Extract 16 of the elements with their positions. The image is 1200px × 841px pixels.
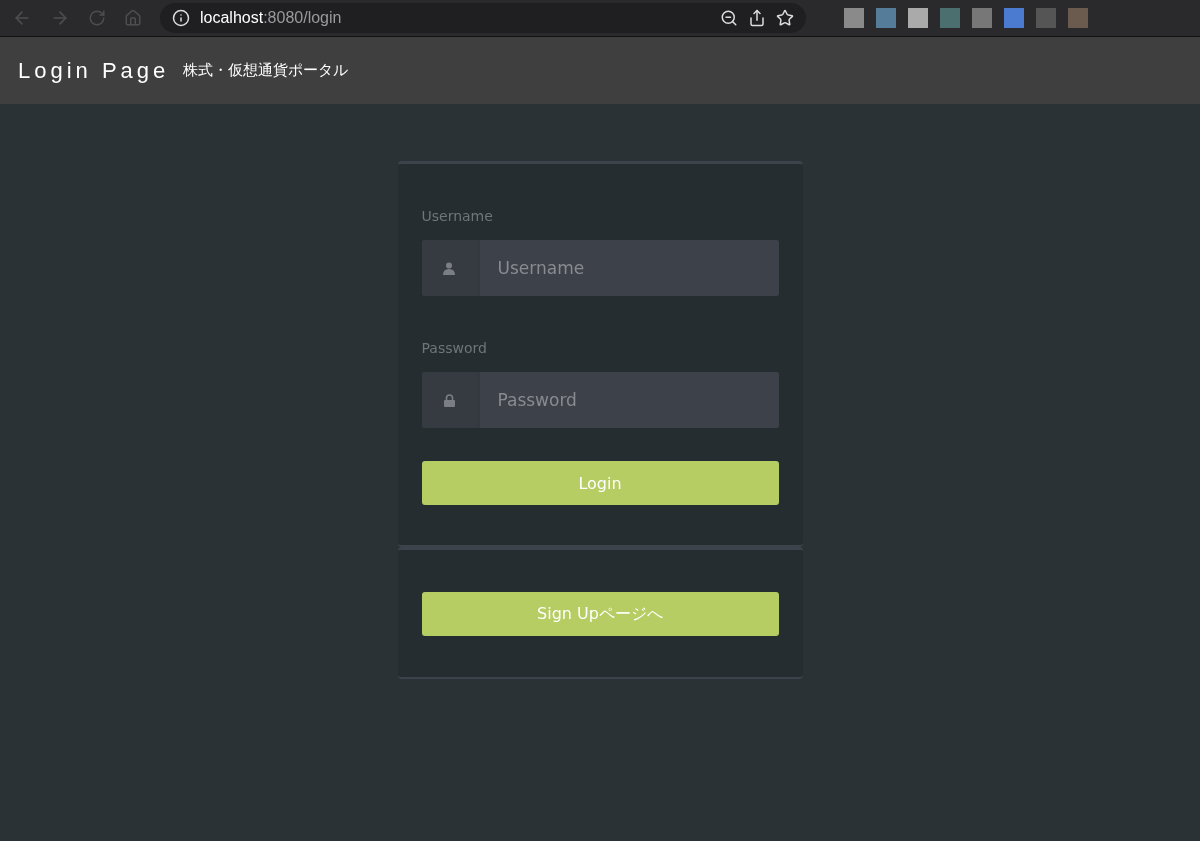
page-title: Login Page bbox=[18, 57, 170, 84]
page-subtitle: 株式・仮想通貨ポータル bbox=[183, 61, 349, 80]
address-bar[interactable]: localhost:8080/login bbox=[160, 3, 806, 33]
input-field[interactable]: Password bbox=[421, 372, 779, 428]
zoom-out-icon[interactable] bbox=[720, 9, 738, 27]
input-field[interactable]: Username bbox=[421, 240, 779, 296]
info-icon[interactable] bbox=[172, 9, 190, 27]
field-label: Password bbox=[421, 340, 488, 356]
field-label: Username bbox=[421, 208, 494, 224]
user-icon bbox=[443, 261, 455, 275]
share-icon[interactable] bbox=[748, 9, 766, 27]
star-icon[interactable] bbox=[776, 9, 794, 27]
lock-icon bbox=[443, 393, 455, 407]
signup-button[interactable]: Sign Upページへ bbox=[421, 592, 779, 636]
login-button[interactable]: Login bbox=[421, 461, 779, 505]
url-text: localhost:8080/login bbox=[200, 9, 342, 27]
